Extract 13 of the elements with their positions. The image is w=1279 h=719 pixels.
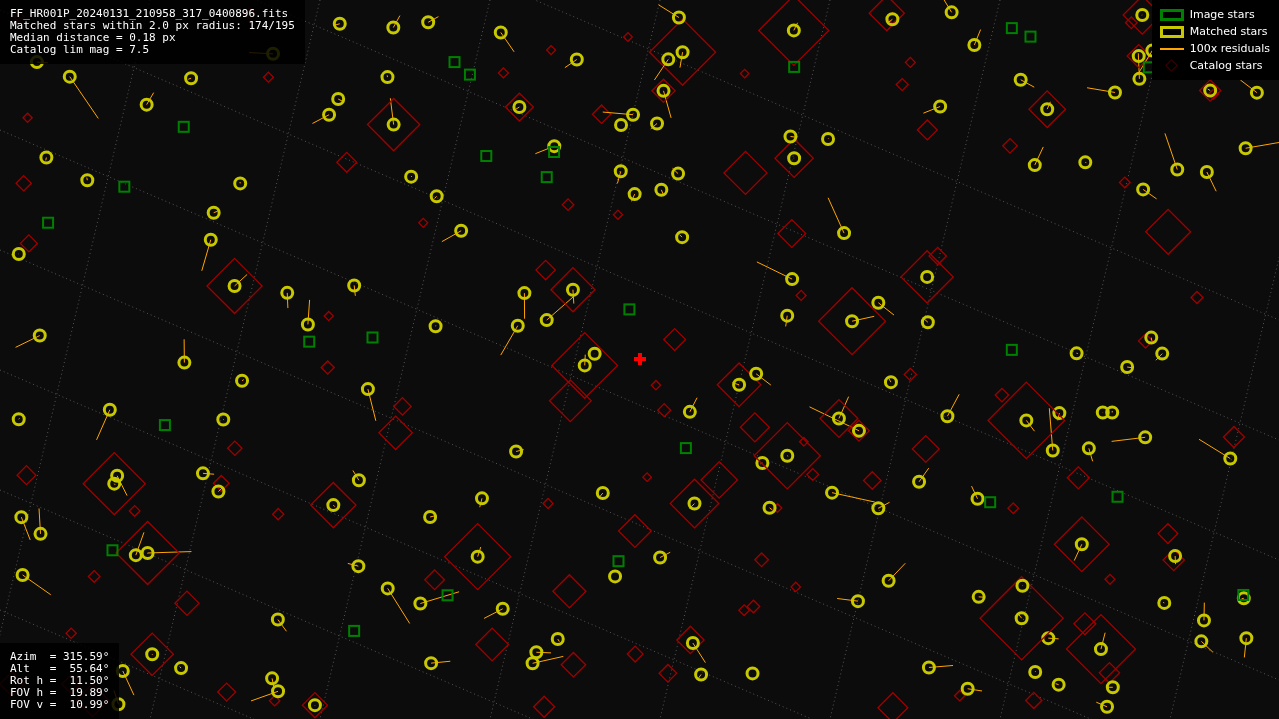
info-line: Median distance = 0.18 px: [10, 32, 177, 44]
legend-label: Image stars: [1189, 8, 1255, 21]
legend-label: Catalog stars: [1189, 59, 1263, 72]
info-line: FF_HR001P_20240131_210958_317_0400896.fits: [10, 8, 290, 20]
info-line: Azim = 315.59°: [10, 651, 110, 663]
info-line: Rot h = 11.50°: [10, 675, 110, 687]
info-line: Catalog lim mag = 7.5: [10, 44, 151, 56]
legend-label: 100x residuals: [1189, 42, 1270, 55]
info-line: Matched stars within 2.0 px radius: 174/195: [10, 20, 295, 32]
info-line: Alt = 55.64°: [10, 663, 110, 675]
info-line: FOV v = 10.99°: [10, 699, 110, 711]
info-line: FOV h = 19.89°: [10, 687, 110, 699]
legend-label: Matched stars: [1189, 25, 1268, 38]
